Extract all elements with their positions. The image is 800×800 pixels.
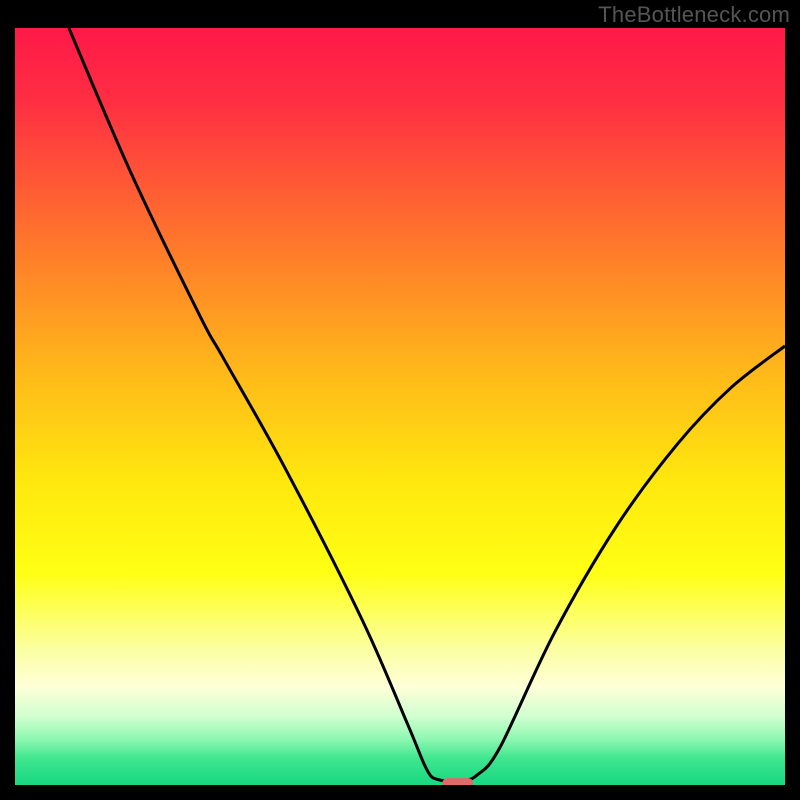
source-label: TheBottleneck.com	[598, 2, 790, 28]
bottleneck-chart	[15, 28, 785, 785]
current-position-marker	[442, 778, 473, 785]
chart-canvas	[15, 28, 785, 785]
chart-background	[15, 28, 785, 785]
